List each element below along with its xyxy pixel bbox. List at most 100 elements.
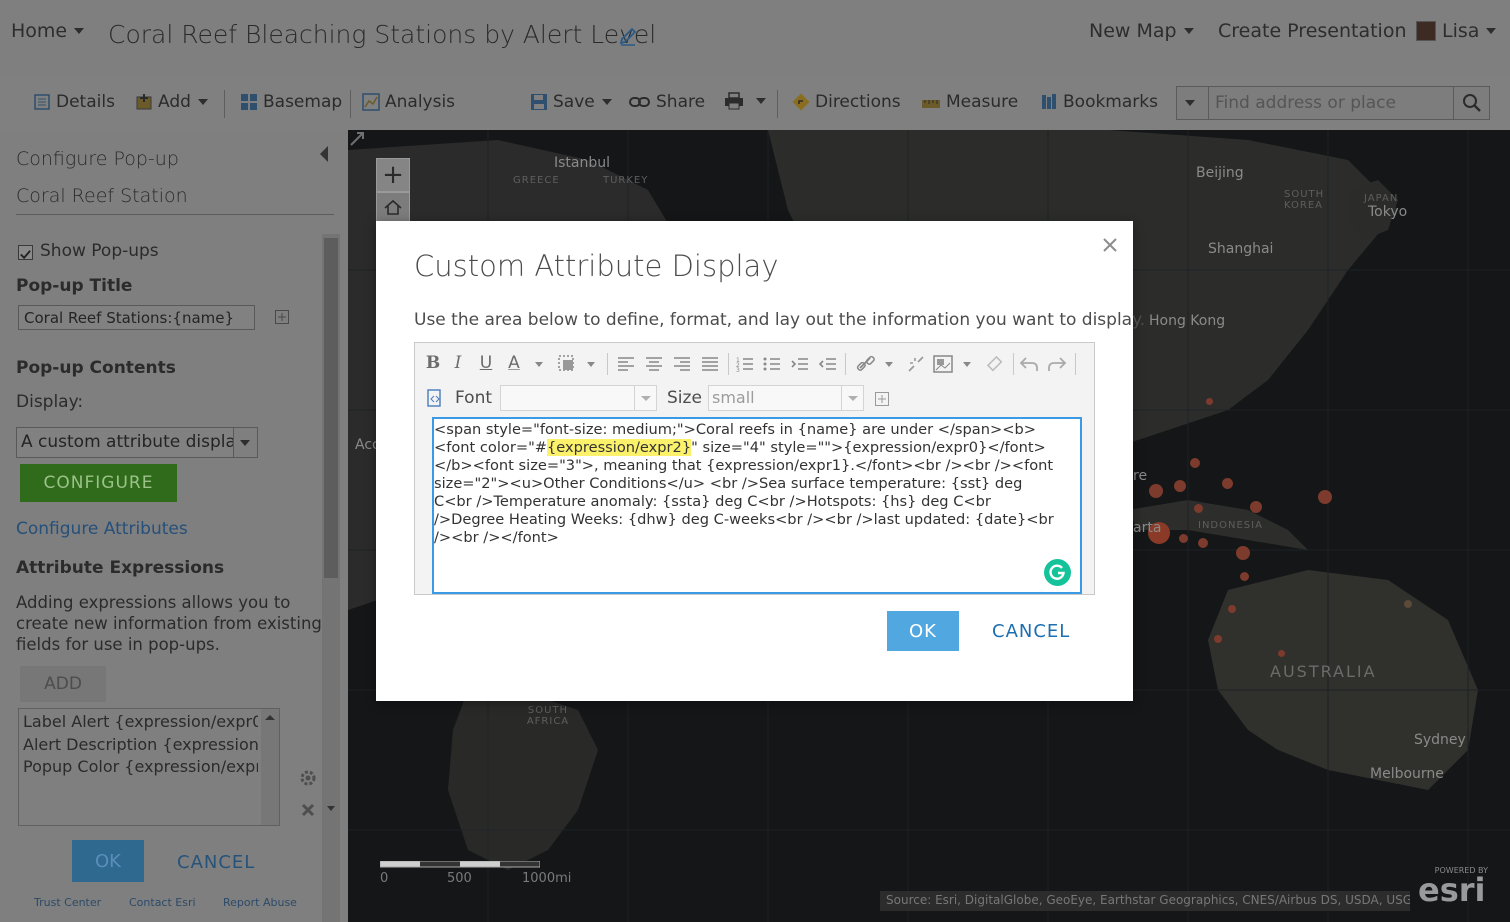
toolbar-divider — [224, 90, 225, 118]
esri-logo[interactable]: POWERED BY esri — [1418, 866, 1488, 906]
station-point[interactable] — [1250, 501, 1262, 513]
list-item[interactable]: Alert Description {expression/expr1} — [23, 735, 258, 754]
directions-button[interactable]: Directions — [792, 92, 901, 112]
collapse-panel-icon[interactable] — [320, 146, 328, 162]
list-item[interactable]: Popup Color {expression/expr2} — [23, 757, 258, 776]
search-button[interactable] — [1453, 87, 1489, 119]
dialog-cancel-button[interactable]: CANCEL — [992, 621, 1070, 642]
outdent-icon[interactable] — [818, 354, 838, 374]
align-center-icon[interactable] — [644, 354, 664, 374]
save-button[interactable]: Save — [530, 92, 612, 112]
station-point[interactable] — [1318, 490, 1332, 504]
new-map-menu[interactable]: New Map — [1089, 20, 1194, 42]
html-source-textarea[interactable]: <span style="font-size: medium;">Coral r… — [432, 417, 1082, 594]
insert-image-icon[interactable] — [933, 354, 953, 374]
search-input[interactable]: Find address or place — [1215, 93, 1396, 113]
default-extent-button[interactable] — [376, 192, 410, 222]
create-presentation-link[interactable]: Create Presentation — [1218, 20, 1407, 42]
numbered-list-icon[interactable]: 123 — [735, 354, 755, 374]
station-point[interactable] — [1198, 538, 1208, 548]
panel-cancel-button[interactable]: CANCEL — [177, 852, 255, 873]
list-scrollbar[interactable] — [261, 709, 279, 825]
chevron-down-icon[interactable] — [327, 806, 335, 811]
map-attribution[interactable]: Source: Esri, DigitalGlobe, GeoEye, Eart… — [880, 891, 1410, 911]
toolbar-separator — [728, 353, 729, 375]
station-point[interactable] — [1404, 600, 1412, 608]
station-point[interactable] — [1206, 398, 1213, 405]
station-point[interactable] — [1278, 650, 1285, 657]
add-expression-button[interactable]: ADD — [20, 666, 106, 702]
italic-icon[interactable]: I — [451, 353, 465, 373]
panel-ok-button[interactable]: OK — [72, 840, 144, 882]
station-point[interactable] — [1236, 546, 1250, 560]
justify-icon[interactable] — [700, 354, 720, 374]
contact-esri-link[interactable]: Contact Esri — [129, 896, 196, 909]
home-menu[interactable]: Home — [11, 20, 85, 42]
station-point[interactable] — [1228, 605, 1236, 613]
background-color-icon[interactable] — [557, 354, 577, 374]
align-right-icon[interactable] — [672, 354, 692, 374]
gear-icon[interactable] — [298, 768, 318, 788]
dialog-ok-button[interactable]: OK — [887, 611, 959, 651]
show-popups-checkbox[interactable] — [18, 245, 33, 260]
zoom-in-button[interactable]: + — [376, 158, 410, 192]
trust-center-link[interactable]: Trust Center — [34, 896, 101, 909]
redo-icon[interactable] — [1047, 354, 1067, 374]
share-button[interactable]: Share — [629, 92, 705, 112]
station-point[interactable] — [1222, 478, 1233, 489]
undo-icon[interactable] — [1019, 354, 1039, 374]
basemap-button[interactable]: Basemap — [240, 92, 342, 112]
station-point[interactable] — [1179, 534, 1188, 543]
report-abuse-link[interactable]: Report Abuse — [223, 896, 297, 909]
indent-icon[interactable] — [790, 354, 810, 374]
unlink-icon[interactable] — [906, 354, 926, 374]
search-box: Find address or place — [1176, 86, 1490, 120]
chevron-down-icon[interactable] — [535, 362, 543, 367]
print-button[interactable] — [724, 92, 766, 110]
analysis-button[interactable]: Analysis — [362, 92, 455, 112]
delete-expression-icon[interactable] — [300, 802, 316, 818]
station-point[interactable] — [1240, 572, 1249, 581]
station-point[interactable] — [1149, 484, 1163, 498]
fullscreen-icon[interactable] — [348, 130, 366, 148]
insert-field-plus-icon[interactable] — [875, 392, 889, 406]
user-menu[interactable]: Lisa — [1416, 20, 1497, 42]
measure-button[interactable]: Measure — [921, 92, 1018, 112]
list-item[interactable]: Label Alert {expression/expr0} — [23, 712, 258, 731]
configure-attributes-link[interactable]: Configure Attributes — [16, 519, 188, 539]
scrollbar-thumb[interactable] — [324, 238, 338, 578]
chevron-up-icon[interactable] — [265, 715, 275, 720]
station-point[interactable] — [1214, 635, 1222, 643]
grammarly-icon[interactable] — [1044, 559, 1071, 586]
station-point[interactable] — [1194, 504, 1203, 513]
toolbar-separator — [607, 353, 608, 375]
bold-icon[interactable]: B — [425, 353, 441, 373]
link-icon[interactable] — [856, 354, 876, 374]
details-button[interactable]: Details — [33, 92, 115, 112]
insert-field-plus-icon[interactable] — [275, 310, 289, 324]
add-button[interactable]: Add — [135, 92, 208, 112]
chevron-down-icon[interactable] — [963, 362, 971, 367]
eraser-icon[interactable] — [985, 354, 1005, 374]
popup-title-input[interactable]: Coral Reef Stations:{name} — [18, 305, 255, 330]
underline-icon[interactable]: U — [478, 353, 494, 373]
view-source-icon[interactable] — [426, 389, 444, 407]
station-point[interactable] — [1190, 458, 1200, 468]
configure-button[interactable]: CONFIGURE — [20, 464, 177, 502]
font-color-icon[interactable]: A — [505, 353, 523, 373]
display-select[interactable]: A custom attribute display — [16, 427, 258, 458]
font-select[interactable] — [500, 385, 657, 411]
search-source-dropdown[interactable] — [1177, 87, 1209, 119]
align-left-icon[interactable] — [616, 354, 636, 374]
pencil-icon[interactable] — [618, 26, 638, 46]
toolbar-divider — [777, 90, 778, 118]
station-point[interactable] — [1174, 480, 1186, 492]
bookmarks-button[interactable]: Bookmarks — [1040, 92, 1158, 112]
chevron-down-icon[interactable] — [885, 362, 893, 367]
bullet-list-icon[interactable] — [762, 354, 782, 374]
highlighted-expression: {expression/expr2} — [547, 439, 692, 456]
panel-scrollbar[interactable] — [322, 234, 340, 922]
size-select[interactable]: small — [708, 385, 864, 411]
chevron-down-icon[interactable] — [587, 362, 595, 367]
close-icon[interactable] — [1098, 233, 1122, 257]
